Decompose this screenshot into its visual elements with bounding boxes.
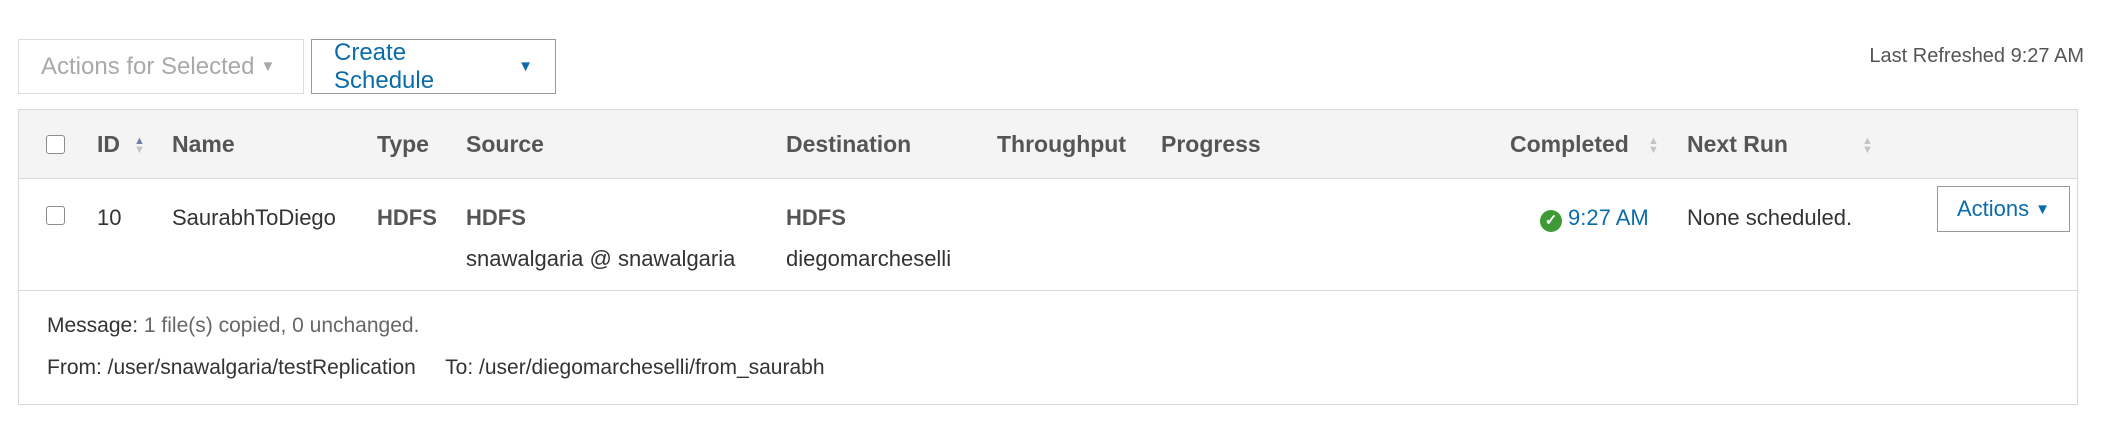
row-source-type: HDFS — [466, 205, 526, 230]
column-header-type: Type — [377, 131, 429, 157]
column-header-progress: Progress — [1161, 131, 1261, 157]
toolbar: Actions for Selected ▼ Create Schedule ▼ — [18, 39, 556, 94]
column-next-run-label: Next Run — [1687, 131, 1788, 157]
table-row: 10 SaurabhToDiego HDFS HDFS snawalgaria … — [19, 179, 2077, 291]
row-destination-detail: diegomarcheselli — [786, 246, 952, 271]
column-header-completed[interactable]: Completed — [1510, 131, 1629, 158]
column-completed-label: Completed — [1510, 131, 1629, 157]
message-line: Message: 1 file(s) copied, 0 unchanged. — [47, 314, 419, 338]
table-header: ID ▲ ▼ Name Type Source Destination Throu… — [19, 110, 2077, 179]
column-header-next-run[interactable]: Next Run — [1687, 131, 1788, 158]
from-path: /user/snawalgaria/testReplication — [107, 356, 416, 379]
actions-for-selected-label: Actions for Selected — [41, 52, 255, 80]
sort-arrows-icon[interactable]: ▲ ▼ — [1862, 136, 1873, 156]
column-header-destination: Destination — [786, 131, 912, 157]
row-select-checkbox[interactable] — [46, 206, 65, 225]
check-circle-icon: ✓ — [1540, 210, 1562, 232]
row-name: SaurabhToDiego — [172, 205, 336, 230]
sort-arrows-icon[interactable]: ▲ ▼ — [134, 136, 145, 156]
caret-down-icon: ▼ — [518, 58, 533, 75]
create-schedule-label: Create Schedule — [334, 38, 435, 94]
row-type: HDFS — [377, 205, 437, 230]
select-all-checkbox[interactable] — [46, 135, 65, 154]
column-id-label: ID — [97, 131, 120, 157]
replication-table: ID ▲ ▼ Name Type Source Destination Throu… — [18, 109, 2078, 405]
row-actions-button[interactable]: Actions ▼ — [1937, 186, 2070, 232]
row-destination-type: HDFS — [786, 205, 846, 230]
actions-for-selected-button[interactable]: Actions for Selected ▼ — [18, 39, 304, 94]
column-header-id[interactable]: ID — [97, 131, 120, 158]
sort-arrows-icon[interactable]: ▲ ▼ — [1648, 136, 1659, 156]
create-schedule-button[interactable]: Create Schedule ▼ — [311, 39, 556, 94]
row-actions-label: Actions — [1956, 196, 2030, 221]
to-label: To: — [445, 356, 474, 379]
path-line: From: /user/snawalgaria/testReplication … — [47, 356, 825, 380]
column-header-throughput: Throughput — [997, 131, 1127, 157]
column-header-source: Source — [466, 131, 544, 157]
message-label: Message: — [47, 314, 139, 337]
row-completed-link[interactable]: 9:27 AM — [1568, 205, 1649, 231]
last-refreshed: Last Refreshed 9:27 AM — [1869, 45, 2084, 67]
caret-down-icon: ▼ — [2035, 200, 2050, 218]
to-path: /user/diegomarcheselli/from_saurabh — [479, 356, 825, 379]
caret-down-icon: ▼ — [260, 58, 276, 75]
from-label: From: — [47, 356, 102, 379]
row-next-run: None scheduled. — [1687, 205, 1853, 230]
column-header-name: Name — [172, 131, 235, 157]
row-source-detail: snawalgaria @ snawalgaria — [466, 246, 736, 271]
row-id: 10 — [97, 205, 122, 230]
message-value: 1 file(s) copied, 0 unchanged. — [143, 314, 420, 337]
